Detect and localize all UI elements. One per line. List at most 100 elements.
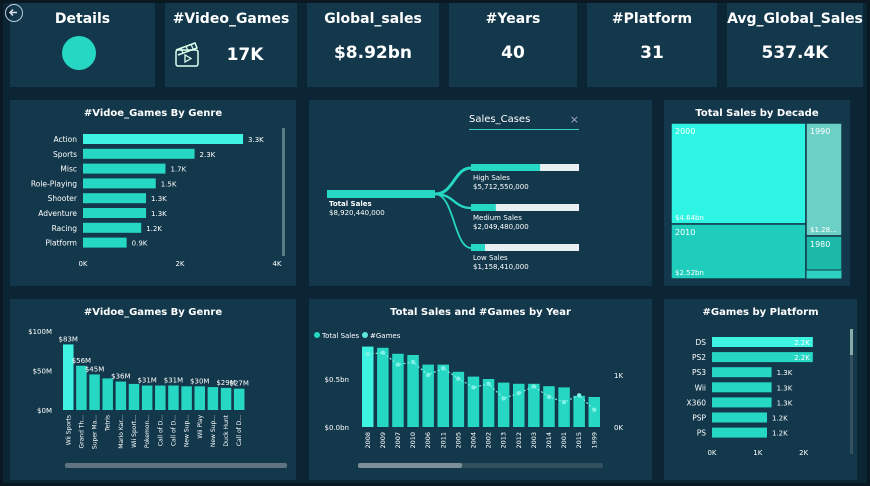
platform-tick-label: 0K xyxy=(707,449,716,457)
platform-value-label: 2.2K xyxy=(794,339,810,347)
genre-category-label: Racing xyxy=(52,224,78,233)
platform-bar xyxy=(712,367,772,378)
platform-category-label: PS3 xyxy=(692,368,706,377)
sales-year-card: Total Sales and #Games by Year Total Sal… xyxy=(309,299,652,480)
genre-category-label: Misc xyxy=(60,165,77,174)
genre-value-label: 1.7K xyxy=(170,166,186,174)
top-games-bar xyxy=(194,386,205,410)
video-games-card: #Video_Games 17K xyxy=(165,3,297,87)
genre-value-label: 1.3K xyxy=(151,195,167,203)
genre-bar xyxy=(83,208,147,218)
genre-bar xyxy=(83,237,127,248)
node-bar-bg xyxy=(471,244,579,251)
year-category-label: 2014 xyxy=(545,432,553,449)
top-games-bar xyxy=(128,383,140,410)
node-label: Low Sales xyxy=(473,254,508,262)
platform-value-label: 1.2K xyxy=(772,430,788,438)
back-arrow-icon[interactable] xyxy=(5,4,23,22)
platform-tick-label: 2K xyxy=(799,449,808,457)
top-games-bar xyxy=(102,378,113,410)
top-games-bar xyxy=(89,374,100,410)
branch-line xyxy=(434,166,472,196)
top-games-data-label: $45M xyxy=(85,365,104,373)
top-games-category-label: New Sup... xyxy=(210,415,217,447)
genre-bar xyxy=(83,163,166,174)
details-circle-button[interactable] xyxy=(62,36,96,70)
year-ytick-right: 1K xyxy=(614,372,623,380)
year-sales-bar xyxy=(482,379,495,427)
genre-category-label: Sports xyxy=(53,150,77,159)
genre-category-label: Platform xyxy=(45,239,77,248)
platform-value-label: 1.3K xyxy=(777,399,793,407)
treemap-decade-label: 2010 xyxy=(675,228,695,237)
genre-value-label: 2.3K xyxy=(200,151,216,159)
genre-tick-label: 4K xyxy=(272,260,281,268)
platform-category-label: X360 xyxy=(687,398,707,407)
node-value: $1,158,410,000 xyxy=(473,263,529,271)
top-games-bar xyxy=(141,385,153,410)
platform-value-label: 2.2K xyxy=(794,354,810,362)
node-bar-fill xyxy=(471,204,496,211)
top-games-bar xyxy=(115,381,127,410)
treemap-cell-small xyxy=(805,269,843,280)
year-ytick-left: $0.5bn xyxy=(325,376,349,384)
global-sales-title: Global_sales xyxy=(324,11,422,27)
video-games-value: 17K xyxy=(226,45,264,65)
legend-games-label: #Games xyxy=(370,332,401,340)
years-value: 40 xyxy=(501,43,525,63)
genre-value-label: 1.3K xyxy=(151,210,167,218)
games-point xyxy=(501,396,506,401)
year-category-label: 2012 xyxy=(515,432,523,449)
platform-card: #Platform 31 xyxy=(587,3,717,87)
platform-value-label: 1.3K xyxy=(777,384,793,392)
top-games-bar xyxy=(63,344,74,410)
year-sales-bar xyxy=(377,347,389,427)
top-games-category-label: Wii Sport... xyxy=(131,415,138,448)
node-label: Medium Sales xyxy=(473,214,522,222)
genre-tick-label: 2K xyxy=(175,260,184,268)
top-games-bar xyxy=(220,387,232,410)
top-games-category-label: Call of D... xyxy=(157,415,164,446)
video-games-title: #Video_Games xyxy=(172,11,290,27)
top-games-category-label: Call of D... xyxy=(170,415,177,446)
games-point xyxy=(395,362,401,367)
year-sales-bar xyxy=(497,382,510,427)
platform-bar xyxy=(712,397,772,408)
details-card: Details xyxy=(10,3,155,87)
games-point xyxy=(531,384,537,389)
avg-sales-value: 537.4K xyxy=(761,43,829,63)
top-games-category-label: Duck Hunt xyxy=(223,414,230,446)
top-games-category-label: Call of D... xyxy=(236,415,243,446)
year-category-label: 2001 xyxy=(560,432,568,449)
top-games-bar xyxy=(207,387,219,410)
year-category-label: 2013 xyxy=(500,432,508,449)
year-sales-bar xyxy=(407,355,419,427)
top-games-scrollbar xyxy=(65,463,287,468)
top-games-data-label: $36M xyxy=(111,373,130,381)
games-point xyxy=(380,350,386,355)
year-sales-bar xyxy=(467,376,480,427)
treemap-decade-label: 2000 xyxy=(675,127,695,136)
top-games-ytick: $50M xyxy=(33,368,52,376)
sales-year-chart: Total Sales #Games $0.5bn $0.0bn 1K 0K 2008 200… xyxy=(314,332,623,468)
year-category-label: 2006 xyxy=(424,432,432,449)
top-games-category-label: New Sup... xyxy=(184,415,191,447)
root-value: $8,920,440,000 xyxy=(329,209,385,217)
platform-value-label: 1.3K xyxy=(777,369,793,377)
genre-bar xyxy=(83,193,147,204)
treemap-card: Total Sales by Decade 2000 $4.64bn 2010 $2.… xyxy=(664,100,850,286)
genre-bar xyxy=(83,178,156,189)
platform-category-label: DS xyxy=(695,338,706,347)
top-games-category-label: Wii Play xyxy=(197,415,204,439)
treemap-value-label: $2.52bn xyxy=(675,269,704,277)
platform-tick-label: 1K xyxy=(753,449,762,457)
root-bar xyxy=(327,190,435,198)
games-point xyxy=(592,407,597,413)
games-point xyxy=(425,372,431,378)
legend-total-sales-label: Total Sales xyxy=(321,332,360,340)
platform-category-label: PSP xyxy=(692,414,706,423)
top-games-category-label: Pokemon... xyxy=(144,415,151,448)
games-point xyxy=(516,391,521,396)
node-bar-fill xyxy=(471,164,541,171)
year-category-label: 2004 xyxy=(469,432,477,449)
